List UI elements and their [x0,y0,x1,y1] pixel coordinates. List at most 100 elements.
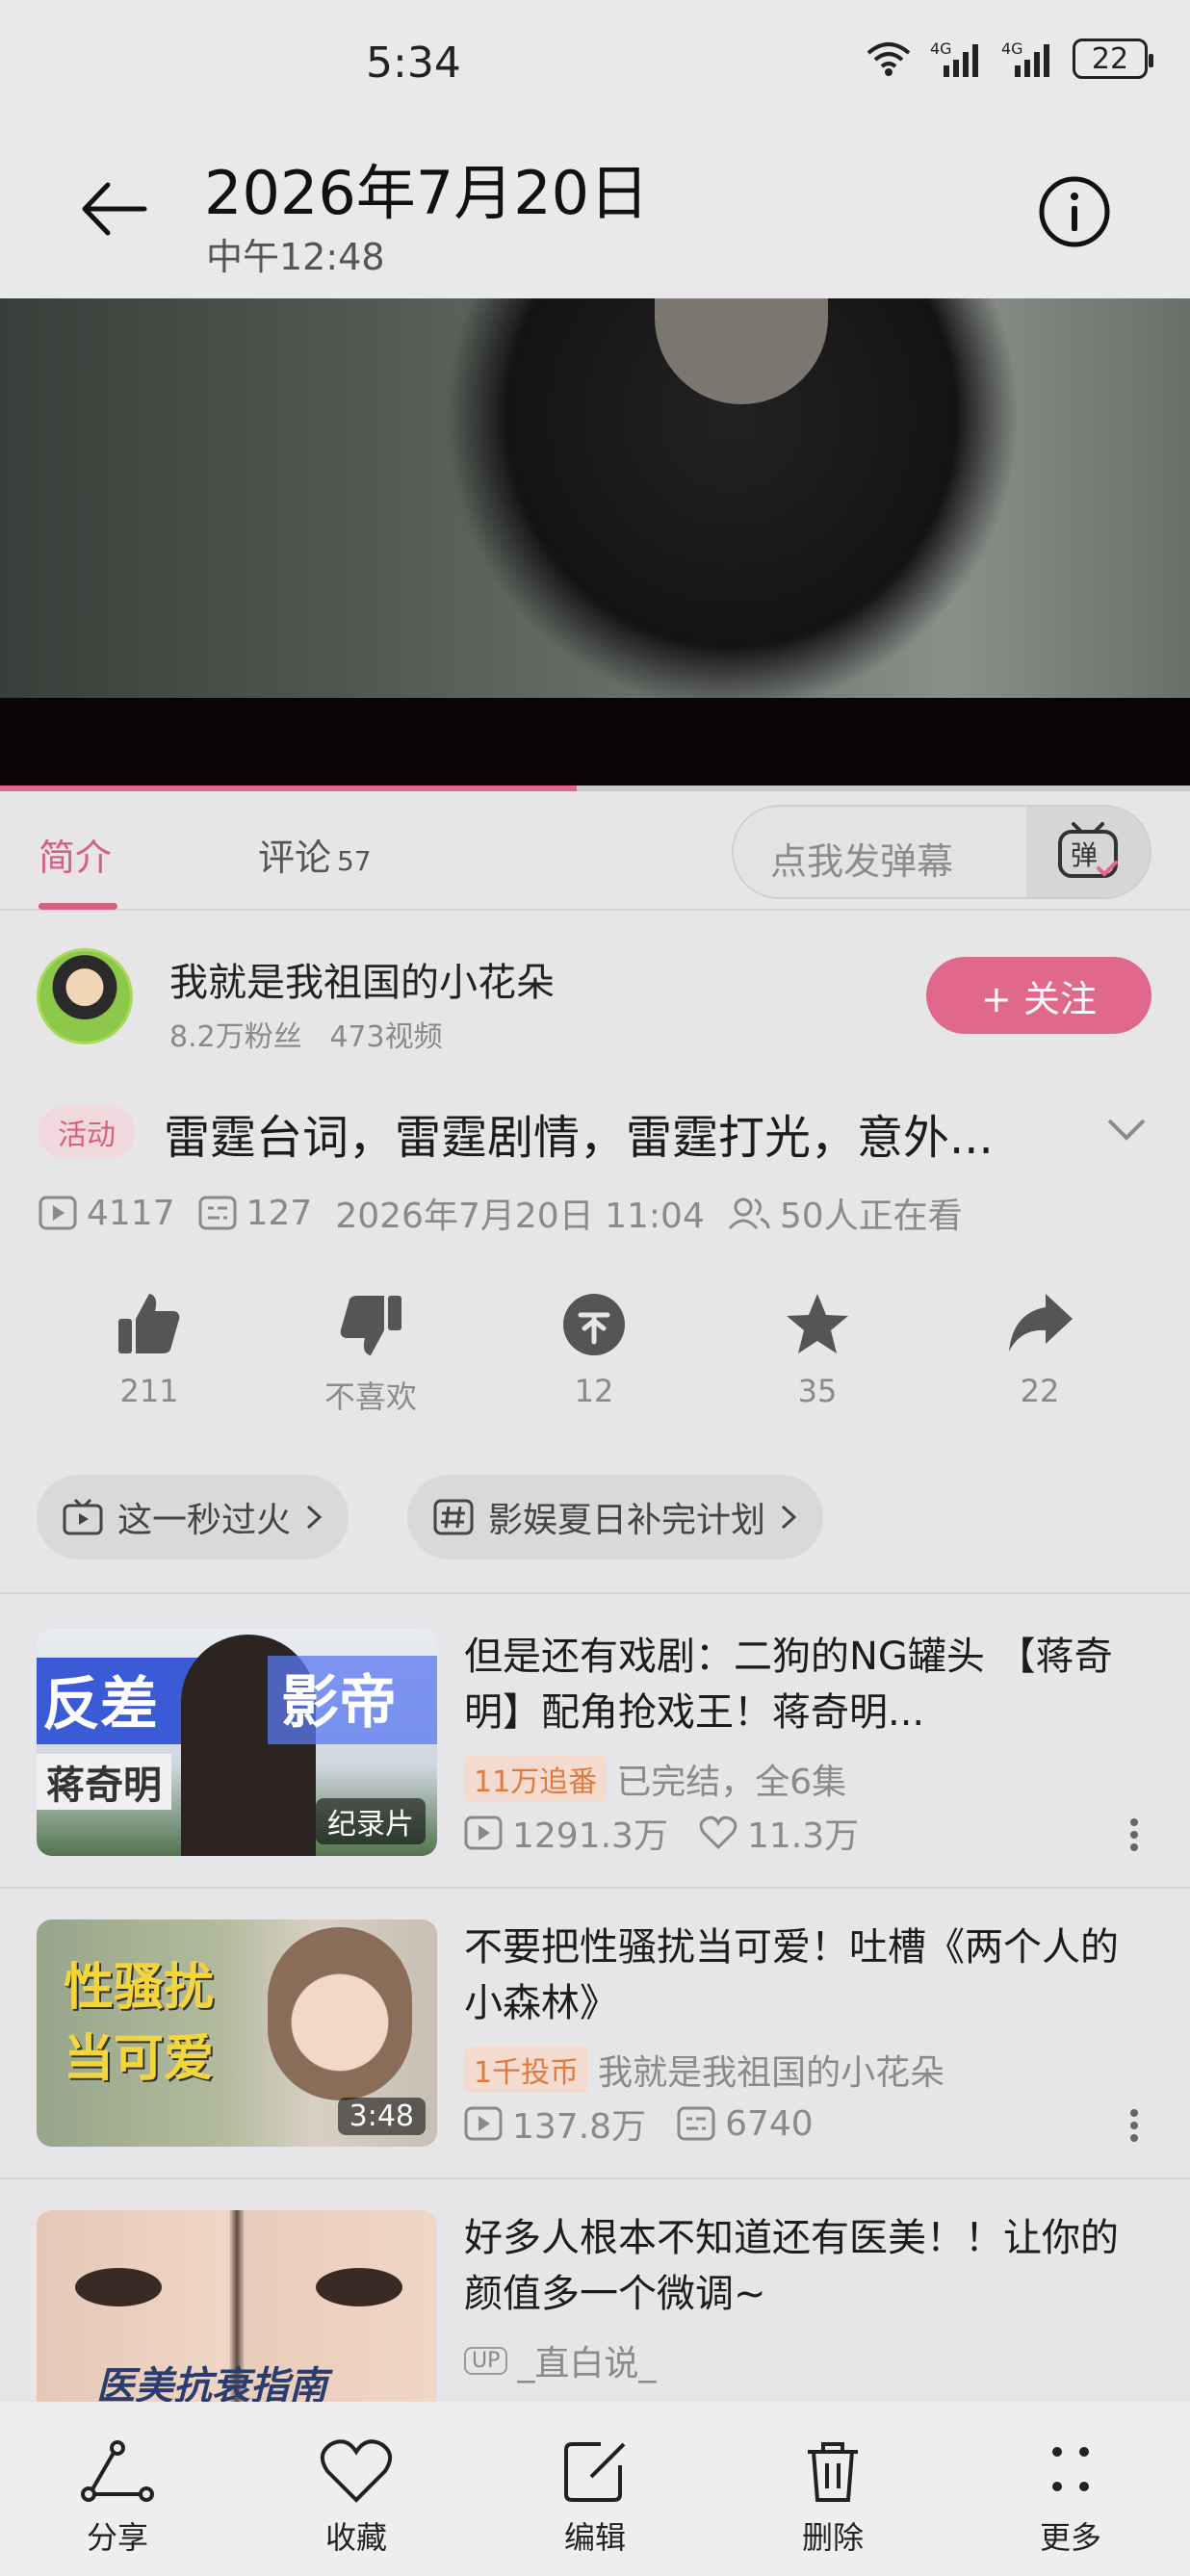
thumbnail: 性骚扰 当可爱 3:48 [37,1919,437,2147]
video-meta: 4117 127 2026年7月20日 11:04 50人正在看 [39,1188,986,1238]
tab-intro[interactable]: 简介 [39,828,112,881]
follow-button[interactable]: + 关注 [926,957,1151,1034]
like-count: 211 [119,1373,179,1409]
trash-icon [808,2442,858,2502]
danmaku-count: 127 [198,1194,312,1233]
dislike-button[interactable]: 不喜欢 [294,1290,448,1417]
toolbar-delete-label: 删除 [801,2519,864,2556]
related-stats: 1291.3万 11.3万 [464,1808,880,1858]
video-title: 雷霆台词，雷霆剧情，雷霆打光，意外... [164,1111,994,1165]
section-divider [0,1887,1190,1889]
activity-badge[interactable]: 活动 [39,1105,135,1159]
play-count-icon [464,2106,503,2141]
list-item[interactable]: 反差 影帝 蒋奇明 纪录片 但是还有戏剧：二狗的NG罐头 【蒋奇明】配角抢戏王！… [0,1629,1190,1919]
related-tag: 11万追番 [464,1756,608,1802]
toolbar-delete-button[interactable]: 删除 [765,2438,900,2558]
topic-chip-tv[interactable]: 这一秒过火 [37,1475,349,1559]
toolbar-share-label: 分享 [86,2519,148,2556]
thumb-duration: 3:48 [337,2098,426,2135]
star-icon [787,1294,848,1353]
svg-text:弹: 弹 [1071,839,1098,871]
more-vertical-icon[interactable] [1128,1817,1140,1856]
cellular-signal-icon: 4G [930,39,984,79]
like-button[interactable]: 211 [72,1290,226,1409]
publish-time: 2026年7月20日 11:04 [335,1197,705,1236]
thumbs-up-icon [118,1294,180,1353]
status-icons: 4G 4G 22 [865,39,1153,79]
danmaku-count-icon [677,2106,715,2141]
uploader-stats: 8.2万粉丝 473视频 [169,1013,443,1055]
related-stat-2: 6740 [725,2103,814,2144]
video-player[interactable] [0,298,1190,698]
video-letterbox [0,698,1190,789]
uploader-fans: 8.2万粉丝 [169,1020,302,1054]
share-icon [81,2440,154,2502]
back-arrow-icon[interactable] [77,171,152,246]
play-count-icon [464,1816,503,1850]
share-button[interactable]: 22 [963,1290,1117,1409]
uploader-video-count: 473视频 [329,1020,443,1054]
related-stat-2: 11.3万 [746,1816,860,1856]
related-sub: 11万追番 已完结，全6集 [464,1754,846,1804]
thumb-person [268,1927,412,2100]
toolbar-more-label: 更多 [1039,2519,1101,2556]
coin-count: 12 [574,1373,614,1409]
thumb-text-2: 当可爱 [64,2030,215,2088]
chevron-down-icon[interactable] [1105,1115,1148,1147]
related-danmaku: 6740 [677,2104,814,2144]
thumb-text-3: 蒋奇明 [37,1754,171,1810]
section-divider [0,2177,1190,2179]
topic-chip-hashtag-label: 影娱夏日补完计划 [488,1501,766,1540]
toolbar-share-button[interactable]: 分享 [50,2438,185,2558]
tab-comments-label: 评论 [258,837,332,879]
toolbar-edit-button[interactable]: 编辑 [528,2438,662,2558]
related-author: 我就是我祖国的小花朵 [598,2053,945,2093]
favorite-button[interactable]: 35 [740,1290,894,1409]
related-sub: 1千投币 我就是我祖国的小花朵 [464,2045,944,2095]
related-likes: 11.3万 [699,1808,859,1858]
thumb-eye-left [75,2268,162,2306]
battery-indicator: 22 [1073,39,1153,79]
more-vertical-icon[interactable] [1128,2108,1140,2147]
edit-icon [564,2442,626,2502]
gallery-header: 5:34 4G 4G 22 2026年7月20日 中午12:48 [0,0,1190,298]
play-count: 4117 [39,1194,175,1233]
related-sub: UP _直白说_ [464,2335,656,2385]
related-title: 但是还有戏剧：二狗的NG罐头 【蒋奇明】配角抢戏王！蒋奇明... [464,1635,1113,1735]
hashtag-icon [433,1499,474,1535]
uploader-avatar[interactable] [37,948,133,1044]
coin-button[interactable]: 12 [517,1290,671,1409]
thumb-eye-right [316,2268,402,2306]
list-item[interactable]: 性骚扰 当可爱 3:48 不要把性骚扰当可爱！吐槽《两个人的小森林》 1千投币 … [0,1919,1190,2210]
toolbar-edit-label: 编辑 [563,2519,626,2556]
cellular-signal-icon-2: 4G [1001,39,1055,79]
danmaku-input[interactable]: 点我发弹幕 弹 [732,805,1151,899]
uploader-name[interactable]: 我就是我祖国的小花朵 [169,951,555,1007]
danmaku-icon[interactable]: 弹 [1026,807,1150,897]
tab-comments[interactable]: 评论 57 [258,828,372,881]
section-divider [0,1592,1190,1594]
related-stat-1: 1291.3万 [512,1816,668,1856]
svg-text:4G: 4G [1001,39,1023,58]
up-badge: UP [464,2346,508,2375]
info-icon[interactable] [1036,173,1113,250]
coin-icon [563,1294,625,1355]
tv-icon [63,1498,103,1535]
wifi-icon [865,39,913,78]
tab-comments-count: 57 [337,845,372,877]
related-play-count: 137.8万 [464,2099,646,2149]
thumbs-down-icon [340,1296,401,1355]
tab-active-indicator [39,903,117,910]
topic-chip-hashtag[interactable]: 影娱夏日补完计划 [407,1475,824,1559]
related-tag: 1千投币 [464,2047,589,2093]
related-author: _直白说_ [517,2344,657,2383]
chevron-right-icon [307,1505,323,1530]
thumb-text-1: 反差 [37,1658,200,1744]
toolbar-favorite-button[interactable]: 收藏 [289,2438,424,2558]
related-sub-text: 已完结，全6集 [616,1763,847,1802]
related-play-count: 1291.3万 [464,1808,668,1858]
thumb-text-1: 性骚扰 [64,1959,215,2017]
heart-icon [699,1816,737,1850]
toolbar-more-button[interactable]: 更多 [1003,2438,1138,2558]
dislike-label: 不喜欢 [323,1378,417,1415]
